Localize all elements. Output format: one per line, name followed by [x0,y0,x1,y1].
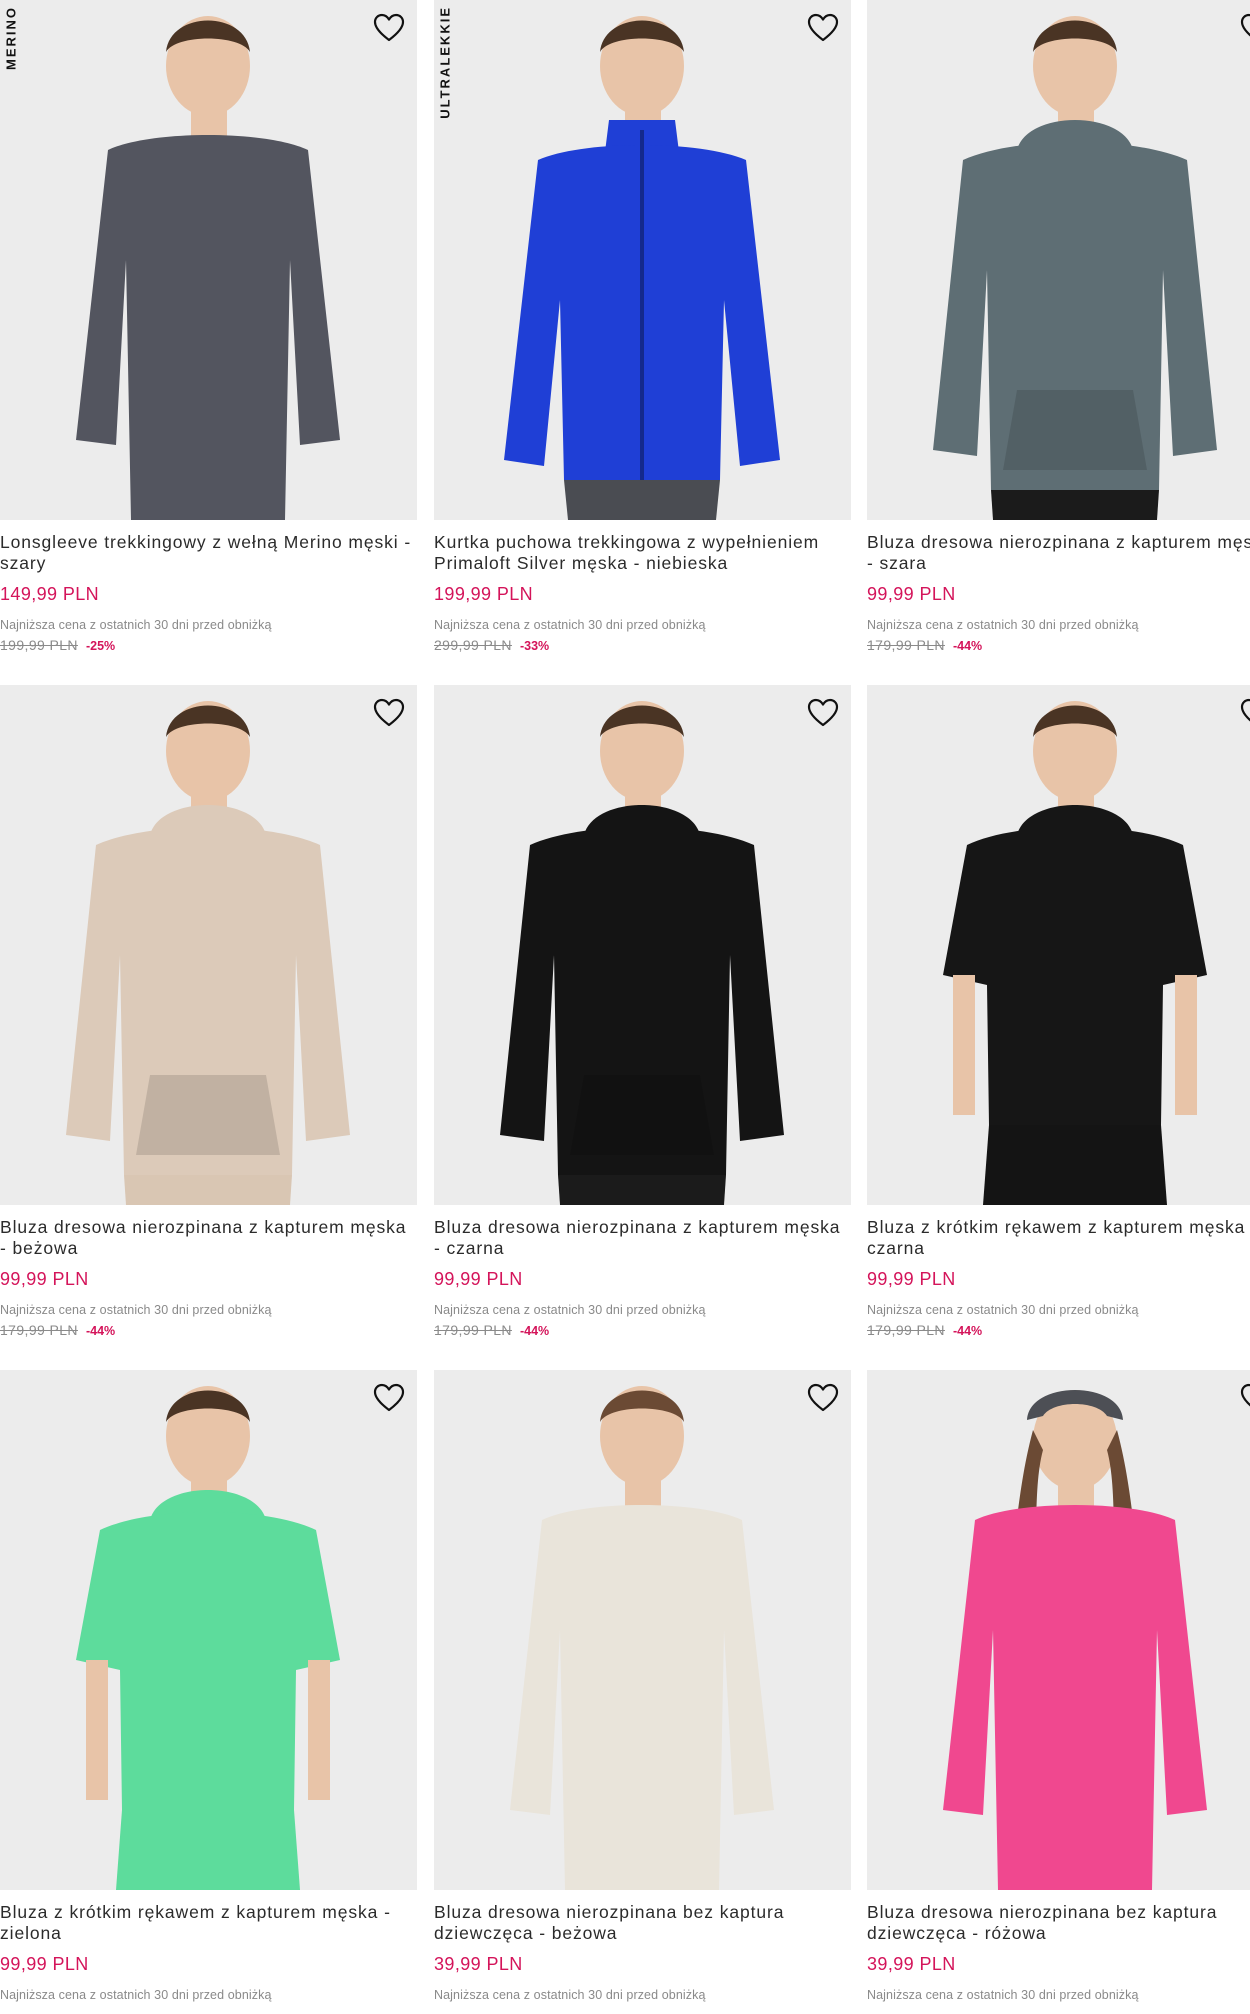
model-figure [943,701,1207,1205]
lowest-price-note: Najniższa cena z ostatnich 30 dni przed … [0,618,272,632]
model-figure [76,1386,340,1890]
product-card-2[interactable]: ULTRALEKKIE Kurtka puchowa trekkingowa z… [434,0,851,680]
old-price: 179,99 PLN [867,637,945,653]
product-title[interactable]: Bluza dresowa nierozpinana z kapturem mę… [867,532,1250,574]
product-card-7[interactable]: Bluza z krótkim rękawem z kapturem męska… [0,1370,417,2014]
wishlist-heart-icon[interactable] [1238,1380,1250,1416]
product-photo[interactable] [867,0,1250,520]
model-figure [504,16,780,520]
discount-badge: -44% [952,639,983,653]
product-card-1[interactable]: MERINO Lonsgleeve trekkingowy z wełną Me… [0,0,417,680]
wishlist-heart-icon[interactable] [371,695,407,731]
wishlist-heart-icon[interactable] [805,10,841,46]
product-photo[interactable] [0,1370,417,1890]
wishlist-heart-icon[interactable] [1238,10,1250,46]
product-photo[interactable] [867,1370,1250,1890]
discount-badge: -44% [952,1324,983,1338]
lowest-price-note: Najniższa cena z ostatnich 30 dni przed … [0,1988,272,2002]
model-figure [500,701,784,1205]
wishlist-heart-icon[interactable] [371,1380,407,1416]
lowest-price-note: Najniższa cena z ostatnich 30 dni przed … [434,1303,706,1317]
product-card-4[interactable]: Bluza dresowa nierozpinana z kapturem mę… [0,685,417,1365]
product-photo[interactable] [0,0,417,520]
product-title[interactable]: Bluza dresowa nierozpinana z kapturem mę… [434,1217,851,1259]
product-photo[interactable] [0,685,417,1205]
product-price: 99,99 PLN [0,1269,89,1289]
old-price: 179,99 PLN [0,1322,78,1338]
wishlist-heart-icon[interactable] [805,1380,841,1416]
wishlist-heart-icon[interactable] [371,10,407,46]
model-figure [76,16,340,520]
discount-badge: -33% [519,639,550,653]
product-card-8[interactable]: Bluza dresowa nierozpinana bez kaptura d… [434,1370,851,2014]
model-figure [933,16,1217,520]
product-badge: ULTRALEKKIE [437,6,453,119]
discount-badge: -44% [85,1324,116,1338]
lowest-price-note: Najniższa cena z ostatnich 30 dni przed … [867,1988,1139,2002]
lowest-price-note: Najniższa cena z ostatnich 30 dni przed … [867,1303,1139,1317]
wishlist-heart-icon[interactable] [1238,695,1250,731]
wishlist-heart-icon[interactable] [805,695,841,731]
product-photo[interactable] [867,685,1250,1205]
product-price: 39,99 PLN [434,1954,523,1974]
old-price: 179,99 PLN [867,1322,945,1338]
product-price: 39,99 PLN [867,1954,956,1974]
product-card-5[interactable]: Bluza dresowa nierozpinana z kapturem mę… [434,685,851,1365]
product-title[interactable]: Kurtka puchowa trekkingowa z wypełnienie… [434,532,851,574]
old-price: 299,99 PLN [434,637,512,653]
product-title[interactable]: Bluza dresowa nierozpinana z kapturem mę… [0,1217,417,1259]
model-figure [510,1386,774,1890]
product-card-9[interactable]: Bluza dresowa nierozpinana bez kaptura d… [867,1370,1250,2014]
product-price: 99,99 PLN [867,1269,956,1289]
product-title[interactable]: Bluza z krótkim rękawem z kapturem męska… [867,1217,1250,1259]
product-title[interactable]: Bluza dresowa nierozpinana bez kaptura d… [867,1902,1250,1944]
discount-badge: -25% [85,639,116,653]
product-photo[interactable] [434,685,851,1205]
product-title[interactable]: Lonsgleeve trekkingowy z wełną Merino mę… [0,532,417,574]
product-price: 149,99 PLN [0,584,100,604]
product-title[interactable]: Bluza dresowa nierozpinana bez kaptura d… [434,1902,851,1944]
product-price: 99,99 PLN [434,1269,523,1289]
old-price: 199,99 PLN [0,637,78,653]
product-photo[interactable] [434,0,851,520]
product-card-6[interactable]: Bluza z krótkim rękawem z kapturem męska… [867,685,1250,1365]
model-figure [943,1390,1207,1890]
lowest-price-note: Najniższa cena z ostatnich 30 dni przed … [434,1988,706,2002]
lowest-price-note: Najniższa cena z ostatnich 30 dni przed … [434,618,706,632]
product-price: 99,99 PLN [867,584,956,604]
lowest-price-note: Najniższa cena z ostatnich 30 dni przed … [0,1303,272,1317]
product-price: 199,99 PLN [434,584,534,604]
product-card-3[interactable]: Bluza dresowa nierozpinana z kapturem mę… [867,0,1250,680]
product-badge: MERINO [3,6,19,70]
model-figure [66,701,350,1205]
discount-badge: -44% [519,1324,550,1338]
product-photo[interactable] [434,1370,851,1890]
old-price: 179,99 PLN [434,1322,512,1338]
product-price: 99,99 PLN [0,1954,89,1974]
product-title[interactable]: Bluza z krótkim rękawem z kapturem męska… [0,1902,417,1944]
lowest-price-note: Najniższa cena z ostatnich 30 dni przed … [867,618,1139,632]
